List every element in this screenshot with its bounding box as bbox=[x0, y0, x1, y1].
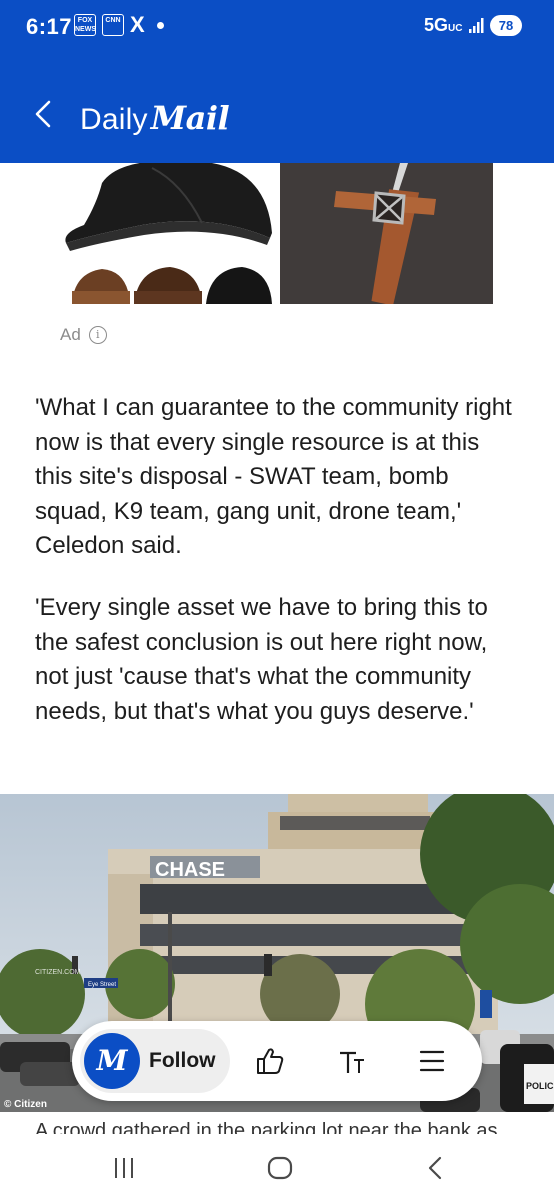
thumbs-up-icon[interactable] bbox=[254, 1045, 286, 1077]
menu-icon[interactable] bbox=[416, 1045, 448, 1077]
battery-indicator: 78 bbox=[490, 15, 522, 36]
network-label: 5G bbox=[424, 15, 449, 35]
next-paragraph-peek: A crowd gathered in the parking lot near… bbox=[35, 1120, 498, 1134]
article-paragraph: 'Every single asset we have to bring thi… bbox=[35, 594, 488, 725]
chase-sign: CHASE bbox=[155, 859, 225, 881]
leather-caps-product-image[interactable] bbox=[62, 163, 274, 304]
app-bar: Daily Mail bbox=[0, 56, 554, 163]
notification-icons: FOX NEWS CNN X bbox=[74, 14, 164, 36]
article-paragraph: 'What I can guarantee to the community r… bbox=[35, 394, 512, 559]
article-toolbar: M Follow bbox=[72, 1021, 482, 1101]
follow-label: Follow bbox=[149, 1049, 216, 1072]
network-sub-label: UC bbox=[448, 23, 463, 34]
chevron-left-icon[interactable] bbox=[26, 96, 62, 132]
cross-illustration bbox=[280, 163, 493, 304]
article-body: 'What I can guarantee to the community r… bbox=[0, 361, 554, 794]
daily-mail-avatar: M bbox=[84, 1033, 140, 1089]
status-bar: 6:17 FOX NEWS CNN X 5GUC 78 bbox=[0, 0, 554, 56]
recent-apps-icon[interactable] bbox=[106, 1150, 142, 1186]
back-icon[interactable] bbox=[418, 1150, 454, 1186]
daily-mail-logo: Daily Mail bbox=[80, 99, 230, 137]
caps-illustration bbox=[62, 163, 274, 304]
network-indicator: 5GUC bbox=[424, 15, 462, 36]
ad-text: Ad bbox=[60, 325, 81, 344]
header: 6:17 FOX NEWS CNN X 5GUC 78 Daily Mail bbox=[0, 0, 554, 163]
info-icon[interactable]: i bbox=[88, 326, 107, 344]
ad-block[interactable]: Ad i bbox=[0, 163, 554, 361]
street-sign: Eye Street bbox=[88, 982, 116, 988]
dot-icon bbox=[156, 21, 164, 29]
fox-news-icon: FOX NEWS bbox=[74, 14, 96, 36]
brand-mail: Mail bbox=[150, 99, 230, 137]
ad-label: Ad i bbox=[60, 325, 107, 345]
brand-daily: Daily bbox=[80, 103, 148, 136]
signal-icon bbox=[469, 18, 484, 33]
x-icon: X bbox=[130, 12, 145, 37]
status-time: 6:17 bbox=[26, 14, 73, 39]
home-icon[interactable] bbox=[262, 1150, 298, 1186]
system-nav-bar bbox=[0, 1134, 554, 1200]
copper-cross-pendant-image[interactable] bbox=[280, 163, 493, 304]
text-size-icon[interactable] bbox=[336, 1045, 368, 1077]
follow-button[interactable]: M Follow bbox=[80, 1029, 230, 1093]
police-text: POLICE bbox=[526, 1081, 554, 1091]
cnn-icon: CNN bbox=[102, 14, 124, 36]
watermark: CITIZEN.COM bbox=[35, 969, 81, 976]
photo-credit: © Citizen bbox=[4, 1099, 47, 1110]
